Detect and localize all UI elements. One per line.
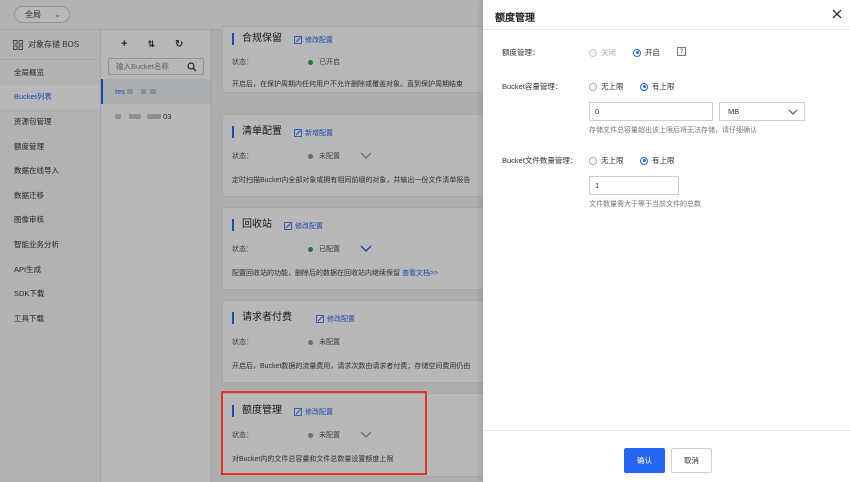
capacity-limited-radio[interactable]: 有上限 <box>640 81 675 92</box>
radio-label: 关闭 <box>601 48 616 57</box>
count-input[interactable]: 1 <box>589 176 679 195</box>
capacity-hint: 存储文件总容量超出该上限后将无法存储，请仔细确认 <box>589 127 757 134</box>
radio-circle <box>633 48 641 57</box>
quota-off-radio[interactable]: 关闭 <box>589 47 616 58</box>
capacity-unit-value: MB <box>728 107 740 116</box>
radio-circle <box>589 48 597 57</box>
capacity-value: 0 <box>595 107 600 116</box>
radio-label: 无上限 <box>601 156 624 165</box>
count-label: Bucket文件数量管理： <box>502 156 578 165</box>
capacity-unit-select[interactable]: MB <box>719 102 805 121</box>
divider <box>483 29 850 30</box>
cancel-button[interactable]: 取消 <box>671 448 712 473</box>
drawer-title: 额度管理 <box>495 13 535 24</box>
capacity-input[interactable]: 0 <box>589 102 713 121</box>
radio-label: 开启 <box>645 48 660 57</box>
radio-circle <box>640 156 648 165</box>
count-value: 1 <box>595 181 600 190</box>
radio-label: 有上限 <box>652 82 675 91</box>
confirm-button[interactable]: 确认 <box>624 448 665 473</box>
highlight-box <box>221 391 427 475</box>
radio-circle <box>589 82 597 91</box>
quota-drawer: 额度管理 额度管理： 关闭 开启 ? Bucket容量管理： 无上限 有上限 0… <box>483 0 850 482</box>
radio-label: 有上限 <box>652 156 675 165</box>
drawer-footer: 确认 取消 <box>483 430 850 482</box>
radio-circle <box>640 82 648 91</box>
help-icon[interactable]: ? <box>677 47 686 56</box>
quota-label: 额度管理： <box>502 48 540 57</box>
radio-circle <box>589 156 597 165</box>
radio-label: 无上限 <box>601 82 624 91</box>
count-hint: 文件数量需大于等于当前文件的总数 <box>589 201 701 208</box>
capacity-label: Bucket容量管理： <box>502 82 563 91</box>
quota-on-radio[interactable]: 开启 <box>633 47 660 58</box>
count-unlimited-radio[interactable]: 无上限 <box>589 155 624 166</box>
count-limited-radio[interactable]: 有上限 <box>640 155 675 166</box>
close-icon[interactable] <box>831 8 843 20</box>
chevron-down-icon <box>788 109 798 115</box>
capacity-unlimited-radio[interactable]: 无上限 <box>589 81 624 92</box>
